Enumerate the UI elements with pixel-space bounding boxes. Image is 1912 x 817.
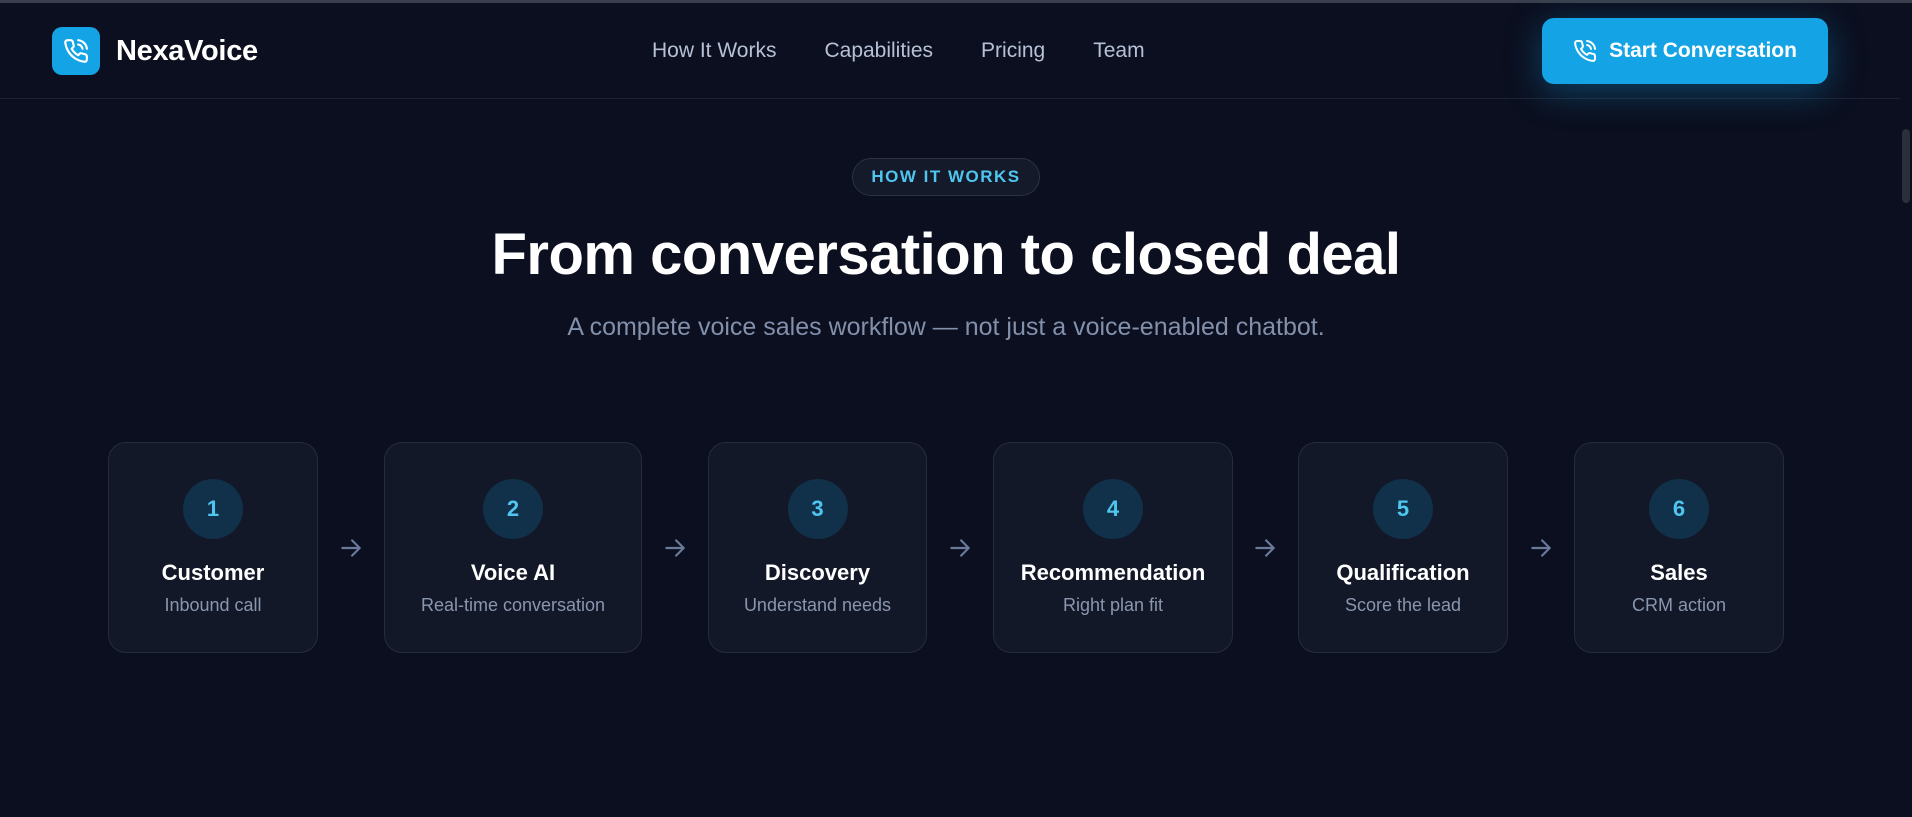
step-card-qualification: 5 Qualification Score the lead	[1298, 442, 1508, 653]
brand-name: NexaVoice	[116, 34, 258, 67]
step-title: Voice AI	[470, 560, 556, 585]
nav-capabilities[interactable]: Capabilities	[824, 39, 933, 63]
section-subtitle: A complete voice sales workflow — not ju…	[567, 313, 1325, 341]
nav-team[interactable]: Team	[1093, 39, 1144, 63]
step-card-recommendation: 4 Recommendation Right plan fit	[993, 442, 1233, 653]
step-number: 1	[183, 479, 243, 539]
section-title: From conversation to closed deal	[491, 222, 1402, 287]
scrollbar-thumb[interactable]	[1902, 129, 1910, 203]
step-title: Customer	[161, 560, 265, 585]
start-conversation-button[interactable]: Start Conversation	[1542, 18, 1828, 84]
arrow-right-icon	[1531, 539, 1551, 557]
step-title: Recommendation	[1020, 560, 1206, 585]
step-number: 6	[1649, 479, 1709, 539]
step-description: Right plan fit	[1062, 595, 1164, 615]
section-badge: HOW IT WORKS	[852, 158, 1040, 196]
step-title: Sales	[1650, 560, 1708, 585]
step-title: Qualification	[1336, 560, 1470, 585]
step-title: Discovery	[764, 560, 871, 585]
step-card-customer: 1 Customer Inbound call	[108, 442, 318, 653]
arrow-right-icon	[665, 539, 685, 557]
scrollbar-track[interactable]	[1900, 99, 1912, 817]
arrow-right-icon	[1255, 539, 1275, 557]
arrow-right-icon	[950, 539, 970, 557]
step-number: 4	[1083, 479, 1143, 539]
main-nav: How It Works Capabilities Pricing Team	[652, 39, 1145, 63]
step-description: Understand needs	[743, 595, 892, 615]
brand[interactable]: NexaVoice	[52, 27, 258, 75]
site-header: NexaVoice How It Works Capabilities Pric…	[0, 3, 1900, 99]
arrow-right-icon	[341, 539, 361, 557]
phone-icon	[1574, 39, 1597, 62]
step-number: 3	[787, 479, 848, 539]
step-description: Real-time conversation	[420, 595, 606, 615]
step-number: 5	[1373, 479, 1433, 539]
step-card-discovery: 3 Discovery Understand needs	[708, 442, 927, 653]
nav-how-it-works[interactable]: How It Works	[652, 39, 776, 63]
step-card-voice-ai: 2 Voice AI Real-time conversation	[384, 442, 642, 653]
nav-pricing[interactable]: Pricing	[981, 39, 1045, 63]
step-card-sales: 6 Sales CRM action	[1574, 442, 1784, 653]
step-description: Score the lead	[1344, 595, 1462, 615]
phone-icon	[64, 39, 88, 63]
logo[interactable]	[52, 27, 100, 75]
step-number: 2	[483, 479, 543, 539]
start-conversation-label: Start Conversation	[1609, 39, 1797, 62]
step-description: Inbound call	[164, 595, 262, 615]
step-description: CRM action	[1631, 595, 1727, 615]
